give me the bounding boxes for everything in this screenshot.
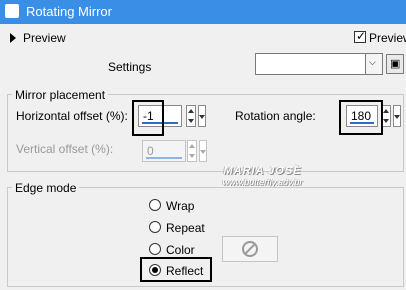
highlight-box [140, 257, 212, 282]
save-settings-button[interactable]: ▣ [386, 54, 404, 74]
radio-wrap-label[interactable]: Wrap [166, 199, 194, 213]
save-icon: ▣ [390, 58, 401, 70]
rotation-angle-label: Rotation angle: [235, 109, 316, 123]
preview-label: Preview [23, 31, 66, 45]
radio-color[interactable] [149, 243, 161, 255]
highlight-box [132, 100, 164, 136]
vertical-offset-dropdown [199, 140, 207, 162]
chevron-down-icon [394, 115, 400, 119]
vertical-offset-label: Vertical offset (%): [16, 142, 114, 156]
highlight-box [339, 100, 383, 135]
horizontal-offset-stepper[interactable] [186, 105, 196, 127]
vertical-offset-stepper [187, 140, 197, 162]
arrow-down-icon [188, 119, 194, 123]
arrow-up-icon [188, 109, 194, 113]
horizontal-offset-label: Horizontal offset (%): [16, 109, 128, 123]
chevron-down-icon: ⌵ [369, 57, 376, 67]
no-entry-icon [242, 241, 258, 257]
value-underline [146, 157, 182, 159]
radio-color-label[interactable]: Color [166, 243, 195, 257]
rotation-angle-dropdown[interactable] [393, 105, 401, 127]
arrow-down-icon [189, 154, 195, 158]
window-title: Rotating Mirror [26, 4, 112, 19]
settings-dropdown[interactable]: ⌵ [255, 53, 383, 75]
vertical-offset-value: 0 [147, 144, 154, 158]
watermark: MARIA JOSÈ www.butterfly.adv.br [205, 165, 320, 187]
arrow-up-icon [383, 109, 389, 113]
edge-color-swatch [222, 236, 278, 262]
camera-icon [5, 4, 19, 18]
horizontal-offset-dropdown[interactable] [198, 105, 206, 127]
vertical-offset-input: 0 [142, 140, 186, 162]
dropdown-arrow[interactable]: ⌵ [365, 54, 382, 74]
chevron-down-icon [199, 115, 205, 119]
chevron-down-icon [200, 150, 206, 154]
radio-repeat-label[interactable]: Repeat [166, 221, 205, 235]
checkmark-icon: ✓ [356, 29, 367, 43]
arrow-up-icon [189, 144, 195, 148]
preview-checkbox-label: Preview [369, 31, 406, 45]
edge-mode-label: Edge mode [12, 181, 80, 195]
mirror-placement-label: Mirror placement [12, 88, 109, 102]
watermark-url: www.butterfly.adv.br [222, 177, 303, 187]
arrow-down-icon [383, 119, 389, 123]
radio-wrap[interactable] [149, 199, 161, 211]
preview-toggle[interactable]: Preview [0, 24, 406, 50]
preview-checkbox[interactable]: ✓ [354, 29, 367, 43]
watermark-name: MARIA JOSÈ [223, 165, 302, 177]
radio-repeat[interactable] [149, 221, 161, 233]
settings-label: Settings [108, 60, 152, 74]
title-bar: Rotating Mirror [0, 0, 406, 24]
expand-arrow-icon [10, 33, 16, 43]
